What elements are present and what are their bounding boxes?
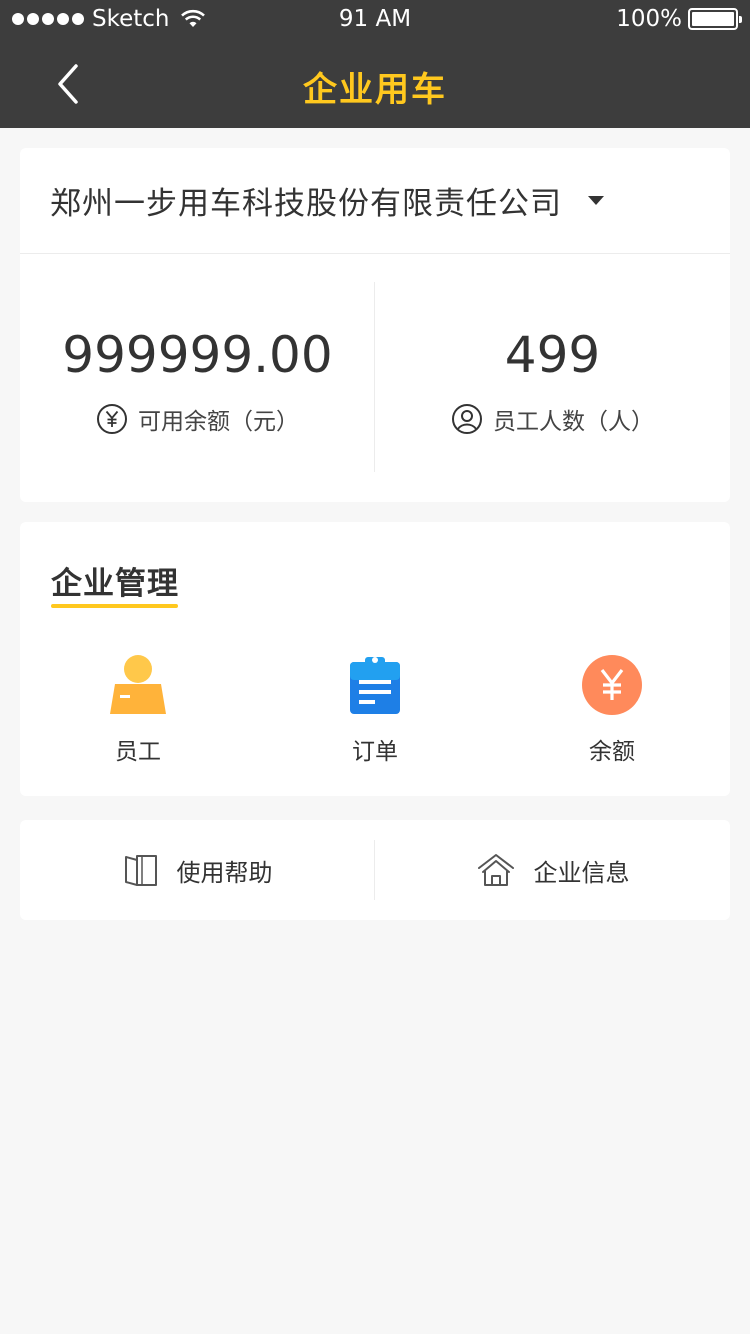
house-icon <box>477 854 514 886</box>
stats-panel: 999999.00 可用余额（元） 499 员工人数（人） <box>20 254 730 502</box>
company-card: 郑州一步用车科技股份有限责任公司 999999.00 可用余额（元） 499 员… <box>20 148 730 502</box>
orders-label: 订单 <box>352 739 398 765</box>
employee-icon <box>110 655 166 714</box>
company-name: 郑州一步用车科技股份有限责任公司 <box>50 186 562 222</box>
orders-button[interactable]: 订单 <box>295 654 455 765</box>
employees-label-row: 员工人数（人） <box>375 402 730 436</box>
status-bar: Sketch 91 AM 100% <box>0 0 750 40</box>
help-label: 使用帮助 <box>176 858 273 887</box>
page-title: 企业用车 <box>303 70 447 110</box>
caret-down-icon <box>588 196 604 205</box>
balance-value: 999999.00 <box>62 326 333 384</box>
balance-label: 可用余额（元） <box>138 409 299 435</box>
management-title: 企业管理 <box>51 566 179 602</box>
order-clipboard-icon <box>350 657 400 714</box>
employees-label: 员工 <box>115 739 161 765</box>
balance-label: 余额 <box>589 739 635 765</box>
battery-icon <box>688 8 742 30</box>
battery-percent: 100% <box>616 6 682 32</box>
company-info-label: 企业信息 <box>533 858 630 887</box>
yuan-circle-icon <box>97 404 127 434</box>
management-card: 企业管理 员工 订单 余额 <box>20 522 730 796</box>
links-card: 使用帮助 企业信息 <box>20 820 730 920</box>
yuan-coin-icon <box>582 655 642 715</box>
employees-stat[interactable]: 499 员工人数（人） <box>375 254 730 502</box>
status-right: 100% <box>616 6 742 32</box>
employees-label: 员工人数（人） <box>493 409 654 435</box>
user-circle-icon <box>452 404 482 434</box>
nav-header: Sketch 91 AM 100% 企业用车 <box>0 0 750 128</box>
balance-stat[interactable]: 999999.00 可用余额（元） <box>20 254 375 502</box>
balance-label-row: 可用余额（元） <box>20 402 375 436</box>
company-selector[interactable]: 郑州一步用车科技股份有限责任公司 <box>20 148 730 254</box>
employees-button[interactable]: 员工 <box>58 654 218 765</box>
book-icon <box>124 855 157 886</box>
employees-value: 499 <box>504 326 601 384</box>
help-link[interactable]: 使用帮助 <box>20 820 375 920</box>
balance-button[interactable]: 余额 <box>532 654 692 765</box>
title-underline <box>51 604 178 608</box>
company-info-link[interactable]: 企业信息 <box>375 820 730 920</box>
